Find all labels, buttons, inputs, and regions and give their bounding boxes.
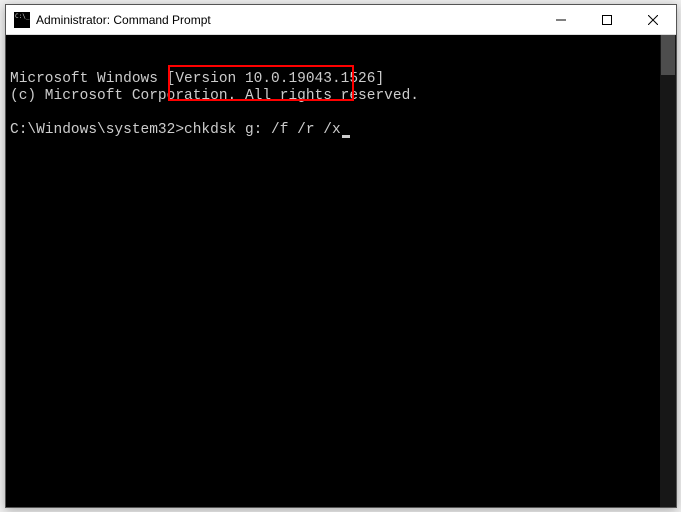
prompt-line: C:\Windows\system32>chkdsk g: /f /r /x: [10, 122, 672, 139]
blank-line: [10, 105, 672, 122]
window-controls: [538, 5, 676, 34]
window-title: Administrator: Command Prompt: [36, 13, 538, 27]
titlebar[interactable]: Administrator: Command Prompt: [6, 5, 676, 35]
terminal-body[interactable]: Microsoft Windows [Version 10.0.19043.15…: [6, 35, 676, 507]
terminal-content: Microsoft Windows [Version 10.0.19043.15…: [6, 35, 676, 175]
cursor: [342, 135, 350, 138]
prompt-text: C:\Windows\system32>: [10, 122, 184, 138]
command-prompt-window: Administrator: Command Prompt Microsoft …: [5, 4, 677, 508]
command-text: chkdsk g: /f /r /x: [184, 122, 341, 138]
close-icon: [648, 15, 658, 25]
close-button[interactable]: [630, 5, 676, 34]
scrollbar[interactable]: [660, 35, 676, 507]
version-line: Microsoft Windows [Version 10.0.19043.15…: [10, 71, 672, 88]
copyright-line: (c) Microsoft Corporation. All rights re…: [10, 88, 672, 105]
maximize-button[interactable]: [584, 5, 630, 34]
scrollbar-thumb[interactable]: [661, 35, 675, 75]
maximize-icon: [602, 15, 612, 25]
minimize-icon: [556, 15, 566, 25]
minimize-button[interactable]: [538, 5, 584, 34]
cmd-icon: [14, 12, 30, 28]
